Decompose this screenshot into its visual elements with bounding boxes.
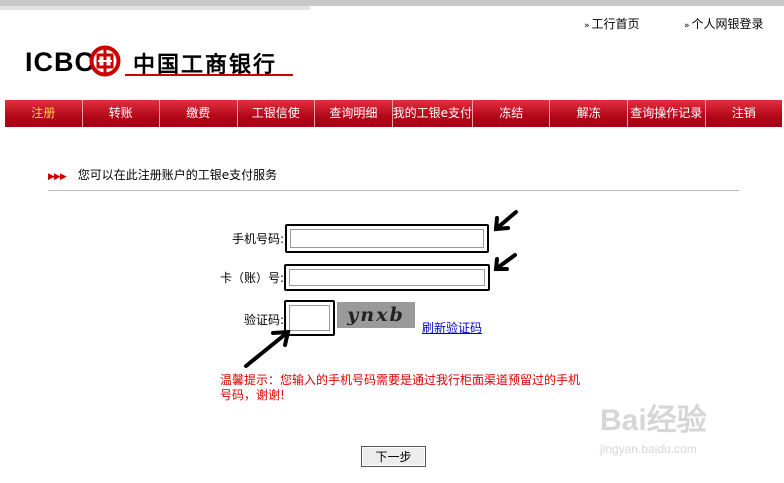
arrow-icon <box>244 330 290 368</box>
arrow-icon <box>494 253 517 271</box>
watermark: Bai经验 jingyan.baidu.com <box>600 395 707 456</box>
watermark-brand: Bai经验 <box>600 404 707 437</box>
watermark-url: jingyan.baidu.com <box>600 442 697 456</box>
